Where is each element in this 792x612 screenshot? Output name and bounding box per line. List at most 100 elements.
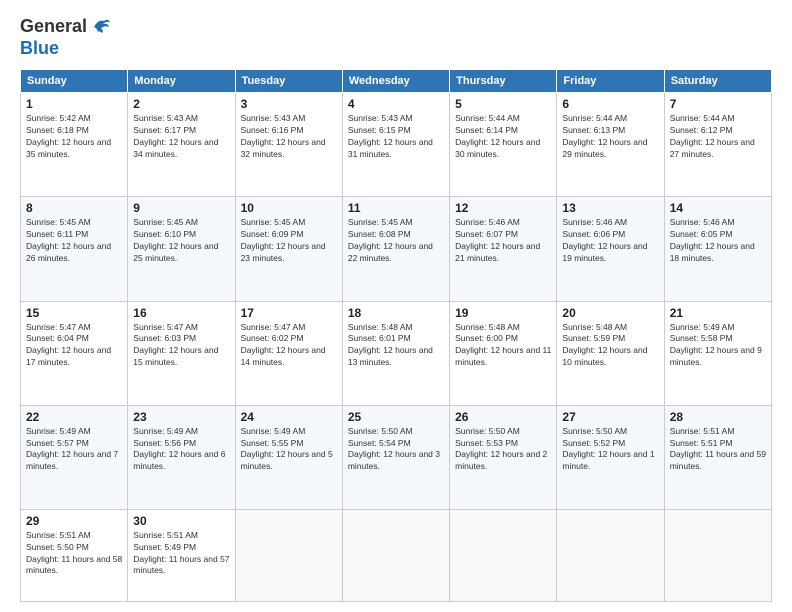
table-row: 13 Sunrise: 5:46 AM Sunset: 6:06 PM Dayl…	[557, 197, 664, 301]
table-row: 18 Sunrise: 5:48 AM Sunset: 6:01 PM Dayl…	[342, 301, 449, 405]
day-number: 18	[348, 306, 444, 320]
sunrise-label: Sunrise: 5:48 AM	[562, 322, 627, 332]
day-info: Sunrise: 5:49 AM Sunset: 5:57 PM Dayligh…	[26, 426, 122, 474]
logo-blue-text: Blue	[20, 38, 112, 60]
day-info: Sunrise: 5:45 AM Sunset: 6:10 PM Dayligh…	[133, 217, 229, 265]
daylight-label: Daylight: 12 hours and 3 minutes.	[348, 449, 440, 471]
day-info: Sunrise: 5:45 AM Sunset: 6:08 PM Dayligh…	[348, 217, 444, 265]
day-number: 27	[562, 410, 658, 424]
sunrise-label: Sunrise: 5:47 AM	[241, 322, 306, 332]
day-number: 5	[455, 97, 551, 111]
table-row	[664, 509, 771, 601]
day-info: Sunrise: 5:44 AM Sunset: 6:14 PM Dayligh…	[455, 113, 551, 161]
day-info: Sunrise: 5:45 AM Sunset: 6:09 PM Dayligh…	[241, 217, 337, 265]
sunset-label: Sunset: 6:02 PM	[241, 333, 304, 343]
sunset-label: Sunset: 5:50 PM	[26, 542, 89, 552]
sunset-label: Sunset: 5:54 PM	[348, 438, 411, 448]
day-info: Sunrise: 5:49 AM Sunset: 5:58 PM Dayligh…	[670, 322, 766, 370]
calendar-week-row: 8 Sunrise: 5:45 AM Sunset: 6:11 PM Dayli…	[21, 197, 772, 301]
day-number: 2	[133, 97, 229, 111]
sunset-label: Sunset: 6:18 PM	[26, 125, 89, 135]
day-number: 19	[455, 306, 551, 320]
table-row: 4 Sunrise: 5:43 AM Sunset: 6:15 PM Dayli…	[342, 93, 449, 197]
daylight-label: Daylight: 12 hours and 11 minutes.	[455, 345, 551, 367]
sunset-label: Sunset: 6:13 PM	[562, 125, 625, 135]
table-row: 24 Sunrise: 5:49 AM Sunset: 5:55 PM Dayl…	[235, 405, 342, 509]
sunrise-label: Sunrise: 5:46 AM	[455, 217, 520, 227]
sunset-label: Sunset: 6:17 PM	[133, 125, 196, 135]
sunset-label: Sunset: 6:05 PM	[670, 229, 733, 239]
table-row: 11 Sunrise: 5:45 AM Sunset: 6:08 PM Dayl…	[342, 197, 449, 301]
table-row: 23 Sunrise: 5:49 AM Sunset: 5:56 PM Dayl…	[128, 405, 235, 509]
day-info: Sunrise: 5:51 AM Sunset: 5:51 PM Dayligh…	[670, 426, 766, 474]
sunrise-label: Sunrise: 5:50 AM	[455, 426, 520, 436]
sunset-label: Sunset: 5:56 PM	[133, 438, 196, 448]
day-number: 16	[133, 306, 229, 320]
sunrise-label: Sunrise: 5:49 AM	[26, 426, 91, 436]
calendar-table: Sunday Monday Tuesday Wednesday Thursday…	[20, 69, 772, 602]
table-row: 10 Sunrise: 5:45 AM Sunset: 6:09 PM Dayl…	[235, 197, 342, 301]
sunset-label: Sunset: 6:08 PM	[348, 229, 411, 239]
daylight-label: Daylight: 12 hours and 26 minutes.	[26, 241, 111, 263]
table-row: 8 Sunrise: 5:45 AM Sunset: 6:11 PM Dayli…	[21, 197, 128, 301]
sunset-label: Sunset: 6:10 PM	[133, 229, 196, 239]
day-number: 9	[133, 201, 229, 215]
daylight-label: Daylight: 12 hours and 27 minutes.	[670, 137, 755, 159]
sunset-label: Sunset: 6:11 PM	[26, 229, 88, 239]
sunset-label: Sunset: 6:09 PM	[241, 229, 304, 239]
sunrise-label: Sunrise: 5:47 AM	[26, 322, 91, 332]
table-row	[557, 509, 664, 601]
day-number: 23	[133, 410, 229, 424]
daylight-label: Daylight: 12 hours and 21 minutes.	[455, 241, 540, 263]
sunrise-label: Sunrise: 5:46 AM	[562, 217, 627, 227]
day-number: 24	[241, 410, 337, 424]
sunrise-label: Sunrise: 5:48 AM	[455, 322, 520, 332]
sunset-label: Sunset: 5:58 PM	[670, 333, 733, 343]
table-row	[450, 509, 557, 601]
sunset-label: Sunset: 5:49 PM	[133, 542, 196, 552]
daylight-label: Daylight: 12 hours and 6 minutes.	[133, 449, 225, 471]
day-number: 14	[670, 201, 766, 215]
table-row: 30 Sunrise: 5:51 AM Sunset: 5:49 PM Dayl…	[128, 509, 235, 601]
day-number: 10	[241, 201, 337, 215]
daylight-label: Daylight: 11 hours and 59 minutes.	[670, 449, 766, 471]
daylight-label: Daylight: 12 hours and 13 minutes.	[348, 345, 433, 367]
sunrise-label: Sunrise: 5:43 AM	[348, 113, 413, 123]
day-info: Sunrise: 5:46 AM Sunset: 6:06 PM Dayligh…	[562, 217, 658, 265]
daylight-label: Daylight: 12 hours and 15 minutes.	[133, 345, 218, 367]
sunrise-label: Sunrise: 5:49 AM	[133, 426, 198, 436]
day-info: Sunrise: 5:45 AM Sunset: 6:11 PM Dayligh…	[26, 217, 122, 265]
calendar-week-row: 1 Sunrise: 5:42 AM Sunset: 6:18 PM Dayli…	[21, 93, 772, 197]
daylight-label: Daylight: 12 hours and 1 minute.	[562, 449, 654, 471]
table-row: 3 Sunrise: 5:43 AM Sunset: 6:16 PM Dayli…	[235, 93, 342, 197]
day-number: 8	[26, 201, 122, 215]
sunrise-label: Sunrise: 5:51 AM	[670, 426, 735, 436]
day-info: Sunrise: 5:48 AM Sunset: 5:59 PM Dayligh…	[562, 322, 658, 370]
sunrise-label: Sunrise: 5:51 AM	[133, 530, 198, 540]
calendar-week-row: 15 Sunrise: 5:47 AM Sunset: 6:04 PM Dayl…	[21, 301, 772, 405]
day-info: Sunrise: 5:44 AM Sunset: 6:13 PM Dayligh…	[562, 113, 658, 161]
sunset-label: Sunset: 5:55 PM	[241, 438, 304, 448]
table-row: 2 Sunrise: 5:43 AM Sunset: 6:17 PM Dayli…	[128, 93, 235, 197]
day-info: Sunrise: 5:51 AM Sunset: 5:50 PM Dayligh…	[26, 530, 122, 578]
sunrise-label: Sunrise: 5:48 AM	[348, 322, 413, 332]
daylight-label: Daylight: 12 hours and 9 minutes.	[670, 345, 762, 367]
table-row: 12 Sunrise: 5:46 AM Sunset: 6:07 PM Dayl…	[450, 197, 557, 301]
day-number: 11	[348, 201, 444, 215]
sunrise-label: Sunrise: 5:44 AM	[562, 113, 627, 123]
daylight-label: Daylight: 12 hours and 17 minutes.	[26, 345, 111, 367]
day-info: Sunrise: 5:48 AM Sunset: 6:00 PM Dayligh…	[455, 322, 551, 370]
table-row: 7 Sunrise: 5:44 AM Sunset: 6:12 PM Dayli…	[664, 93, 771, 197]
daylight-label: Daylight: 12 hours and 14 minutes.	[241, 345, 326, 367]
daylight-label: Daylight: 12 hours and 29 minutes.	[562, 137, 647, 159]
daylight-label: Daylight: 12 hours and 25 minutes.	[133, 241, 218, 263]
sunset-label: Sunset: 5:52 PM	[562, 438, 625, 448]
sunset-label: Sunset: 5:59 PM	[562, 333, 625, 343]
day-number: 1	[26, 97, 122, 111]
sunset-label: Sunset: 6:01 PM	[348, 333, 411, 343]
sunset-label: Sunset: 5:53 PM	[455, 438, 518, 448]
table-row: 9 Sunrise: 5:45 AM Sunset: 6:10 PM Dayli…	[128, 197, 235, 301]
sunrise-label: Sunrise: 5:43 AM	[133, 113, 198, 123]
sunrise-label: Sunrise: 5:47 AM	[133, 322, 198, 332]
daylight-label: Daylight: 12 hours and 31 minutes.	[348, 137, 433, 159]
